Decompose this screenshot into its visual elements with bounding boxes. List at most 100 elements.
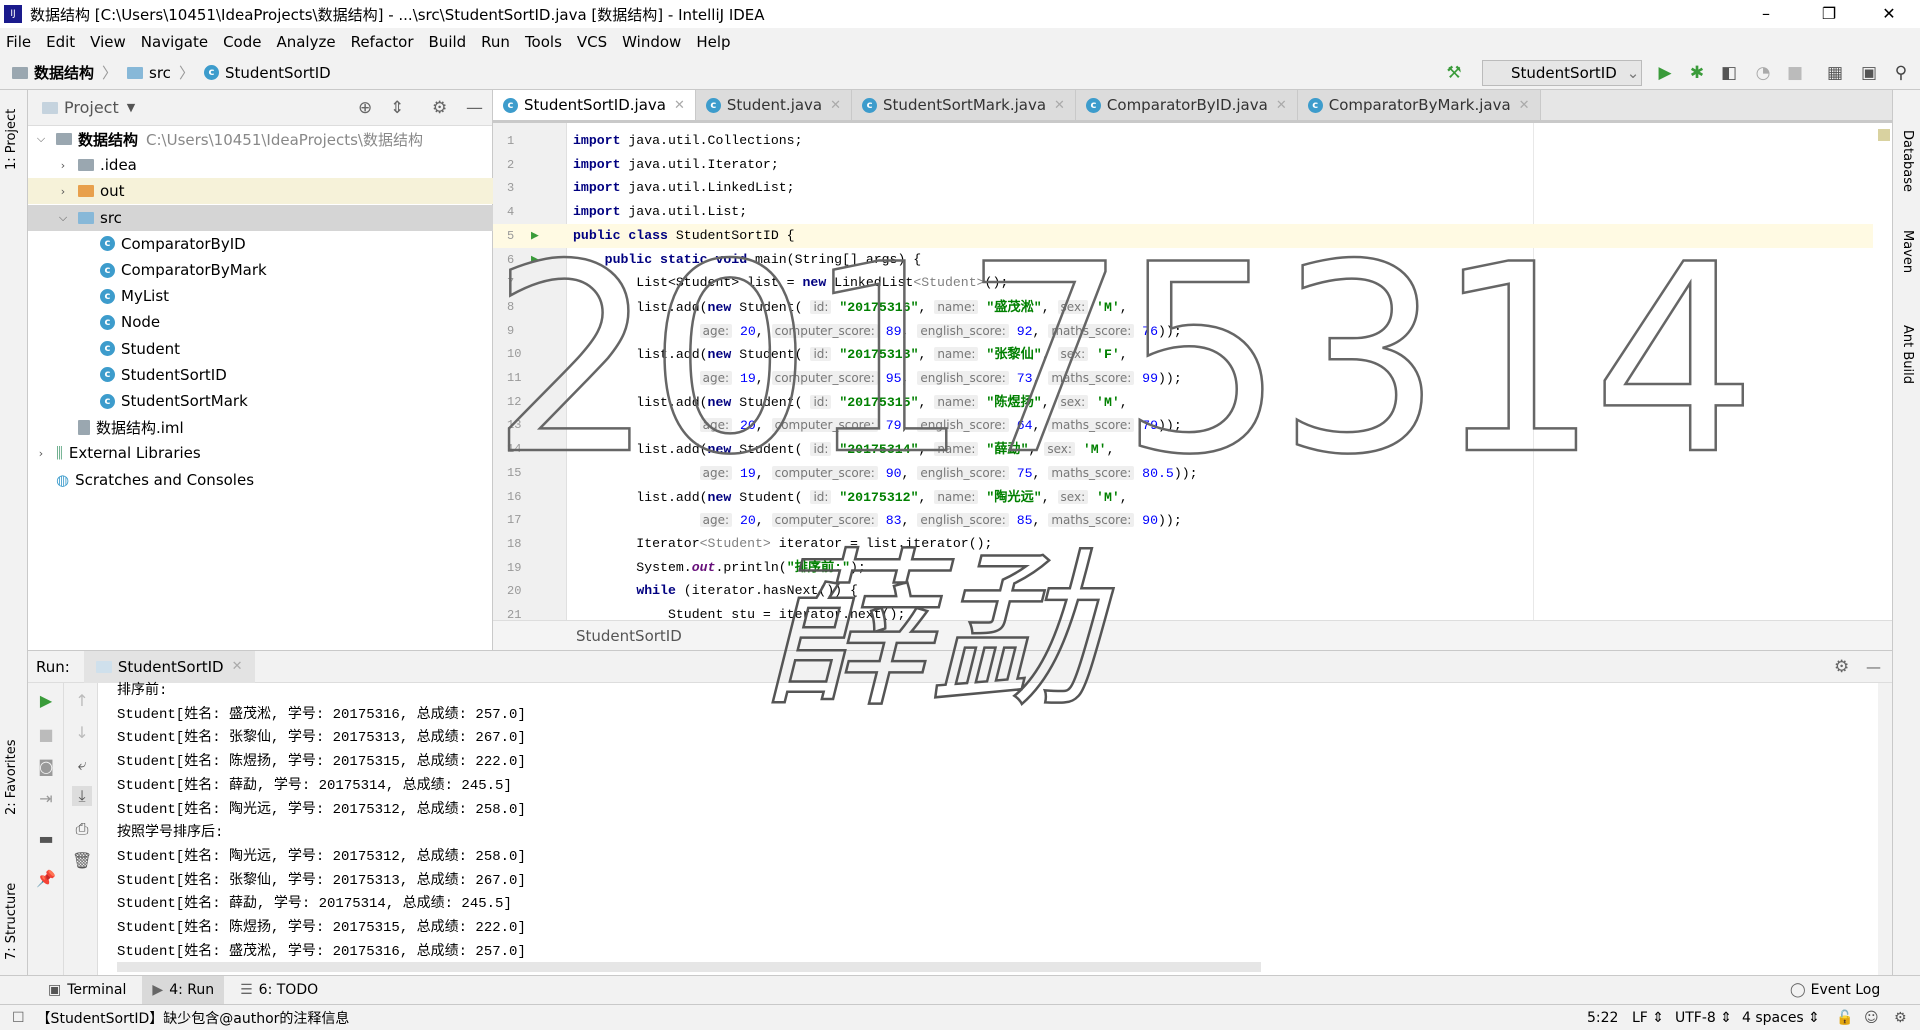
gear-icon[interactable]: ⚙ — [1834, 657, 1849, 677]
hide-icon[interactable]: — — [466, 98, 483, 118]
pin-icon[interactable]: 📌 — [36, 869, 56, 888]
menu-file[interactable]: File — [6, 33, 31, 51]
toggle-tool-windows-icon[interactable]: ☐ — [12, 1010, 25, 1026]
camera-icon[interactable]: ◙ — [36, 757, 56, 776]
build-hammer-icon[interactable]: ⚒ — [1443, 62, 1465, 84]
tree-item[interactable]: c Student — [28, 336, 493, 362]
chevron-down-icon[interactable]: ▼ — [127, 101, 135, 114]
tree-item[interactable]: ⌵ src — [28, 204, 493, 231]
tree-item[interactable]: c MyList — [28, 283, 493, 309]
tool-tab-favorites[interactable]: 2: Favorites — [4, 739, 19, 815]
menu-navigate[interactable]: Navigate — [141, 33, 208, 51]
inspection-status-icon[interactable] — [1878, 129, 1890, 141]
tree-item[interactable]: c StudentSortMark — [28, 388, 493, 414]
chevron-down-icon[interactable]: ⌵ — [56, 211, 70, 225]
menu-edit[interactable]: Edit — [46, 33, 75, 51]
restore-layout-icon[interactable]: ⇥ — [36, 789, 56, 808]
run-console-output[interactable]: 排序前: Student[姓名: 盛茂淞, 学号: 20175316, 总成绩: … — [98, 683, 1878, 975]
chevron-right-icon[interactable]: › — [56, 159, 70, 172]
close-icon[interactable]: ✕ — [1054, 98, 1065, 113]
tree-item[interactable]: › .idea — [28, 152, 493, 178]
tool-tab-database[interactable]: Database — [1900, 130, 1915, 192]
run-tab[interactable]: StudentSortID ✕ — [83, 650, 255, 683]
tab-comparatorbyid[interactable]: c ComparatorByID.java ✕ — [1075, 90, 1298, 120]
menu-help[interactable]: Help — [696, 33, 730, 51]
project-view-select[interactable]: Project — [64, 98, 119, 117]
stop-icon[interactable]: ■ — [1784, 62, 1806, 84]
collapse-all-icon[interactable]: ⇕ — [390, 98, 404, 118]
lock-icon[interactable]: 🔓 — [1836, 1010, 1853, 1026]
file-encoding[interactable]: UTF-8 ⇕ — [1675, 1010, 1732, 1026]
profile-icon[interactable]: ◔ — [1752, 62, 1774, 84]
tree-item[interactable]: 数据结构.iml — [28, 414, 493, 440]
menu-run[interactable]: Run — [481, 33, 510, 51]
tree-item[interactable]: c ComparatorByID — [28, 231, 493, 257]
run-icon[interactable]: ▶ — [1654, 62, 1676, 84]
menu-code[interactable]: Code — [223, 33, 261, 51]
run-configuration-select[interactable]: StudentSortID ⌄ — [1482, 60, 1642, 86]
layout-icon[interactable]: ▬ — [36, 829, 56, 848]
rerun-icon[interactable]: ▶ — [36, 691, 56, 710]
tab-studentsortmark[interactable]: c StudentSortMark.java ✕ — [852, 90, 1076, 120]
run-gutter-icon[interactable]: ▶ — [531, 248, 539, 272]
trash-icon[interactable]: 🗑 — [72, 851, 92, 870]
menu-refactor[interactable]: Refactor — [351, 33, 414, 51]
run-gutter-icon[interactable]: ▶ — [531, 224, 539, 248]
tool-tab-ant-build[interactable]: Ant Build — [1900, 325, 1915, 384]
tree-item[interactable]: c Node — [28, 309, 493, 335]
tree-item[interactable]: ⌵ 数据结构 C:\Users\10451\IdeaProjects\数据结构 — [28, 126, 493, 152]
breadcrumb-project[interactable]: 数据结构〉 — [12, 62, 117, 83]
close-icon[interactable]: ✕ — [1276, 98, 1287, 113]
hide-icon[interactable]: — — [1866, 658, 1881, 676]
close-icon[interactable]: ✕ — [1519, 98, 1530, 113]
locate-icon[interactable]: ⊕ — [358, 98, 372, 118]
menu-analyze[interactable]: Analyze — [276, 33, 335, 51]
horizontal-scrollbar[interactable] — [117, 962, 1261, 972]
gear-icon[interactable]: ⚙ — [432, 98, 447, 118]
menu-vcs[interactable]: VCS — [577, 33, 607, 51]
event-log-button[interactable]: ◯ Event Log — [1790, 982, 1880, 998]
memory-settings-icon[interactable]: ⚙ — [1894, 1010, 1907, 1026]
terminal-icon[interactable]: ▣ — [1858, 62, 1880, 84]
menu-view[interactable]: View — [90, 33, 126, 51]
stop-icon[interactable]: ■ — [36, 725, 56, 744]
tool-tab-structure[interactable]: 7: Structure — [4, 883, 19, 960]
chevron-right-icon[interactable]: › — [34, 447, 48, 460]
tool-tab-maven[interactable]: Maven — [1900, 230, 1915, 273]
up-arrow-icon[interactable]: ↑ — [72, 691, 92, 710]
tool-tab-terminal[interactable]: ▣ Terminal — [38, 976, 136, 1004]
editor-breadcrumb-item[interactable]: StudentSortID — [576, 627, 682, 645]
breadcrumb-class[interactable]: c StudentSortID — [203, 64, 331, 82]
caret-position[interactable]: 5:22 — [1587, 1010, 1618, 1026]
tab-student[interactable]: c Student.java ✕ — [695, 90, 853, 120]
close-icon[interactable]: ✕ — [674, 98, 685, 113]
chevron-right-icon[interactable]: › — [56, 185, 70, 198]
menu-build[interactable]: Build — [429, 33, 467, 51]
close-button[interactable]: ✕ — [1866, 0, 1912, 28]
minimize-button[interactable]: – — [1743, 0, 1789, 28]
tree-item[interactable]: c ComparatorByMark — [28, 257, 493, 283]
close-icon[interactable]: ✕ — [232, 659, 243, 674]
tab-comparatorbymark[interactable]: c ComparatorByMark.java ✕ — [1297, 90, 1541, 120]
breadcrumb-src[interactable]: src 〉 — [127, 62, 194, 83]
close-icon[interactable]: ✕ — [830, 98, 841, 113]
project-structure-icon[interactable]: ▦ — [1824, 62, 1846, 84]
line-separator[interactable]: LF ⇕ — [1632, 1010, 1664, 1026]
tool-tab-todo[interactable]: ☰ 6: TODO — [230, 976, 328, 1004]
coverage-icon[interactable]: ◧ — [1718, 62, 1740, 84]
tool-tab-project[interactable]: 1: Project — [4, 109, 19, 170]
tab-studentsortid[interactable]: c StudentSortID.java ✕ — [493, 90, 696, 120]
code-editor[interactable]: 1 import java.util.Collections; 2 import ja… — [493, 123, 1892, 620]
inspector-icon[interactable]: ☺ — [1864, 1010, 1879, 1026]
print-icon[interactable]: ⎙ — [72, 819, 92, 839]
tree-item[interactable]: › ⫼ External Libraries — [28, 440, 493, 466]
tree-item[interactable]: ◍ Scratches and Consoles — [28, 467, 493, 493]
down-arrow-icon[interactable]: ↓ — [72, 723, 92, 742]
restore-button[interactable]: ❐ — [1806, 0, 1852, 28]
menu-window[interactable]: Window — [622, 33, 681, 51]
menu-tools[interactable]: Tools — [525, 33, 562, 51]
search-icon[interactable]: ⚲ — [1890, 62, 1912, 84]
debug-icon[interactable]: ✱ — [1686, 62, 1708, 84]
chevron-down-icon[interactable]: ⌵ — [34, 132, 48, 146]
indent-setting[interactable]: 4 spaces ⇕ — [1742, 1010, 1820, 1026]
